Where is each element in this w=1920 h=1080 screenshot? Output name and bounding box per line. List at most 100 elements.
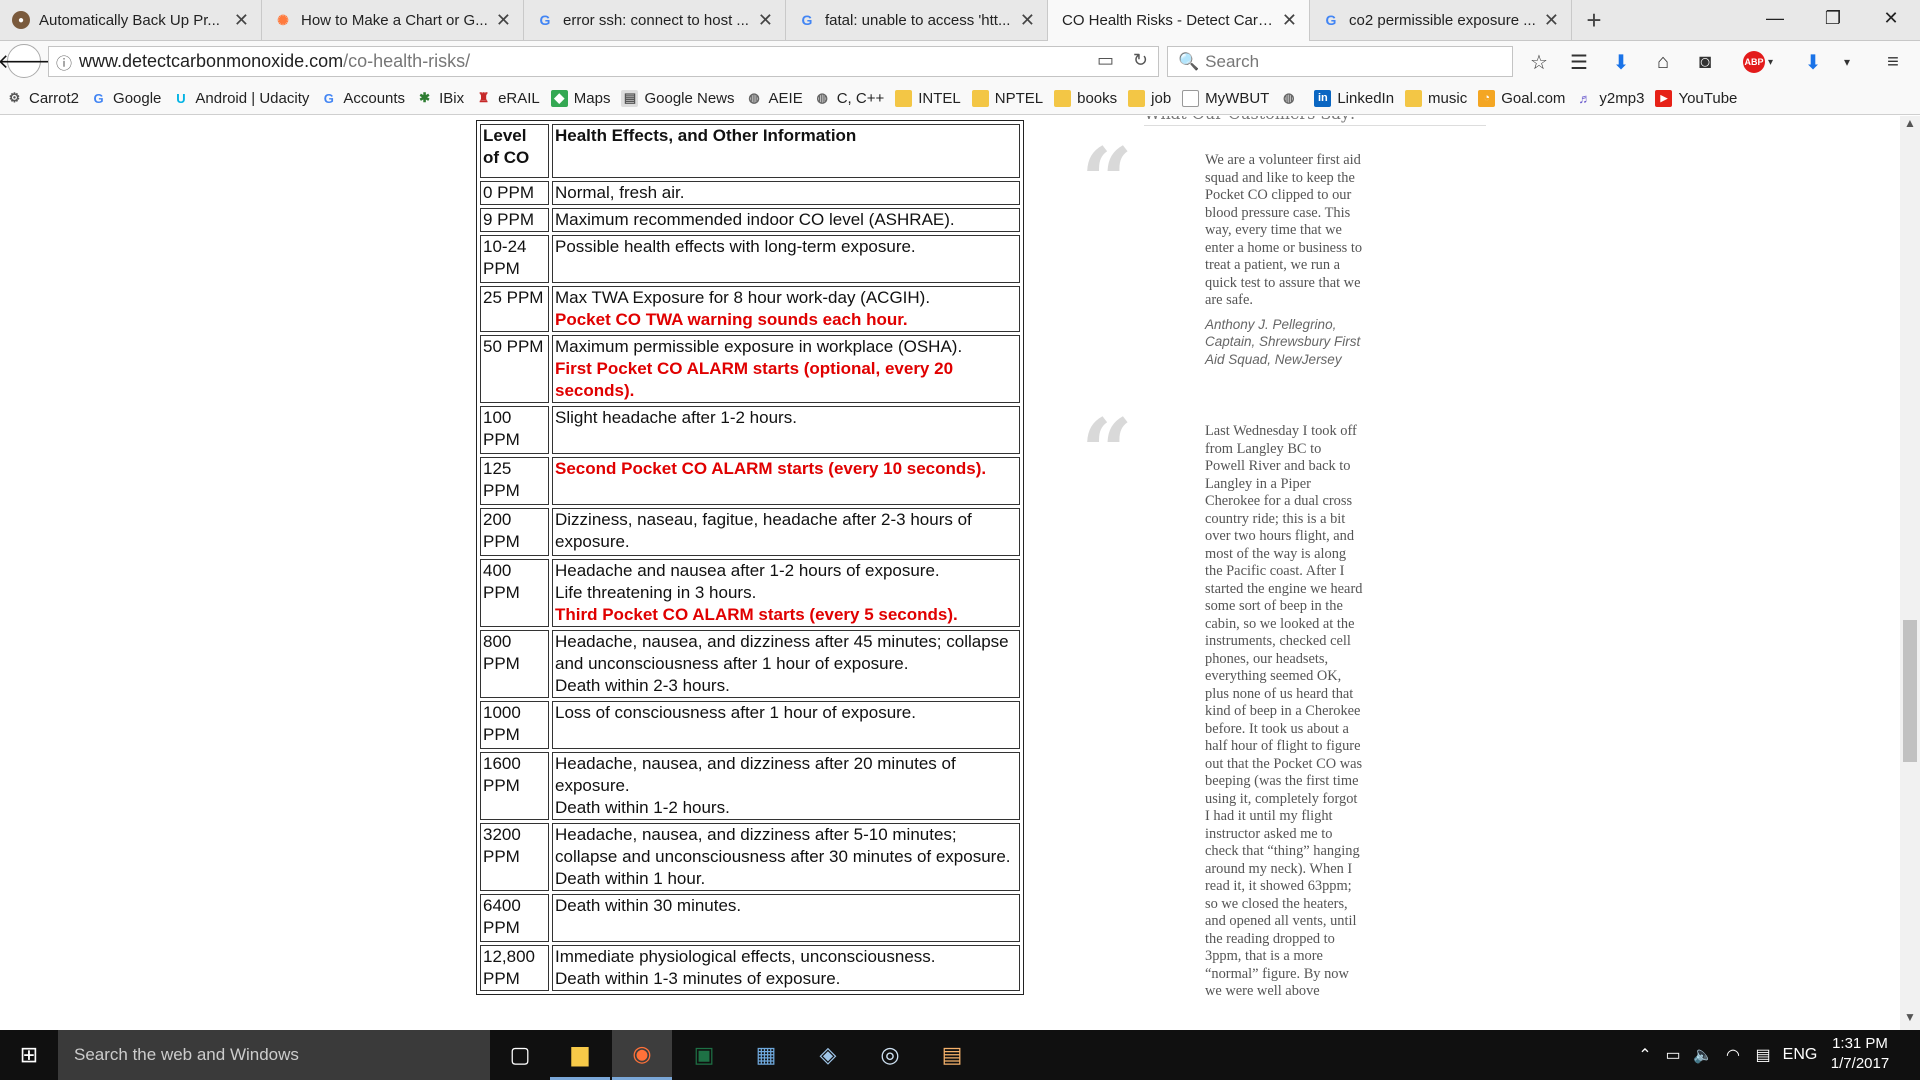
- testimonial: “ We are a volunteer first aid squad and…: [1081, 136, 1444, 368]
- action-center-icon[interactable]: ▤: [1750, 1030, 1776, 1080]
- co-level-cell: 6400 PPM: [480, 894, 549, 942]
- bookmark-item[interactable]: ♜ eRAIL: [475, 90, 540, 107]
- bookmark-label: music: [1428, 89, 1468, 107]
- url-bar[interactable]: ⓘ www.detectcarbonmonoxide.com/co-health…: [48, 46, 1159, 77]
- bookmark-label: NPTEL: [994, 89, 1044, 107]
- url-path: /co-health-risks/: [343, 51, 471, 71]
- wifi-icon[interactable]: ◠: [1720, 1030, 1746, 1080]
- bookmark-item[interactable]: G Accounts: [320, 90, 405, 107]
- start-button[interactable]: ⊞: [0, 1030, 58, 1080]
- browser-tab[interactable]: G error ssh: connect to host ... ✕: [524, 0, 786, 40]
- close-tab-icon[interactable]: ✕: [1282, 10, 1297, 31]
- dropdown-arrow-icon[interactable]: ▾: [1832, 47, 1862, 77]
- browser-tab[interactable]: ✺ How to Make a Chart or G... ✕: [262, 0, 524, 40]
- restore-icon[interactable]: ❐: [1804, 0, 1862, 36]
- close-tab-icon[interactable]: ✕: [234, 10, 249, 31]
- excel-icon[interactable]: ▣: [674, 1030, 734, 1080]
- task-view-icon[interactable]: ▢: [490, 1030, 550, 1080]
- page-scrollbar[interactable]: ▲ ▼: [1900, 116, 1920, 1030]
- train-icon: ♜: [477, 90, 490, 105]
- scroll-up-icon[interactable]: ▲: [1900, 116, 1920, 136]
- pocket-icon[interactable]: ◙: [1690, 47, 1720, 77]
- bookmark-item[interactable]: ✱ IBix: [416, 90, 464, 107]
- testimonial-author: Anthony J. Pellegrino, Captain, Shrewsbu…: [1205, 316, 1361, 367]
- co-level-cell: 9 PPM: [480, 208, 549, 232]
- info-icon[interactable]: ⓘ: [49, 50, 79, 74]
- language-indicator[interactable]: ENG: [1780, 1030, 1820, 1080]
- back-button[interactable]: 🡐: [0, 44, 51, 78]
- effect-line: Death within 30 minutes.: [555, 896, 742, 915]
- effect-line: Life threatening in 3 hours.: [555, 583, 757, 602]
- system-clock[interactable]: 1:31 PM 1/7/2017: [1822, 1034, 1898, 1074]
- wifi-app-icon[interactable]: ◎: [860, 1030, 920, 1080]
- bookmark-folder[interactable]: music: [1405, 89, 1468, 107]
- bookmark-label: Android | Udacity: [195, 89, 310, 107]
- bookmark-folder[interactable]: job: [1128, 89, 1171, 107]
- health-effects-cell: Maximum recommended indoor CO level (ASH…: [552, 208, 1020, 232]
- tray-expand-icon[interactable]: ⌃: [1634, 1030, 1656, 1080]
- minimize-icon[interactable]: —: [1746, 0, 1804, 36]
- bookmark-item[interactable]: U Android | Udacity: [172, 90, 309, 107]
- bookmark-label: Maps: [573, 89, 611, 107]
- scrollbar-thumb[interactable]: [1903, 620, 1917, 762]
- close-tab-icon[interactable]: ✕: [1020, 10, 1035, 31]
- bookmark-item[interactable]: MyWBUT: [1182, 89, 1270, 107]
- new-tab-button[interactable]: +: [1572, 0, 1616, 40]
- hamburger-menu-icon[interactable]: ≡: [1878, 47, 1908, 77]
- battery-icon[interactable]: ▭: [1660, 1030, 1686, 1080]
- bookmark-item[interactable]: ◆ Maps: [550, 89, 611, 107]
- effect-line: Immediate physiological effects, unconsc…: [555, 947, 936, 966]
- windows-taskbar: ⊞ Search the web and Windows ▢ ▆ ◉ ▣ ▦ ◈…: [0, 1030, 1920, 1080]
- scroll-down-icon[interactable]: ▼: [1900, 1010, 1920, 1030]
- bookmark-item[interactable]: ♬ y2mp3: [1576, 90, 1644, 107]
- effect-line: Headache, nausea, and dizziness after 20…: [555, 754, 956, 795]
- bookmark-item[interactable]: ◍ AEIE: [746, 90, 802, 107]
- gear-icon: ⚙: [8, 90, 21, 105]
- taskbar-search[interactable]: Search the web and Windows: [58, 1030, 490, 1080]
- remote-icon[interactable]: ▤: [922, 1030, 982, 1080]
- downloads-icon[interactable]: ⬇: [1606, 47, 1636, 77]
- co-level-cell: 50 PPM: [480, 335, 549, 403]
- adblock-plus-button[interactable]: ABP ▾: [1736, 47, 1780, 77]
- bookmark-item[interactable]: ⚙ Carrot2: [6, 90, 79, 107]
- tab-title: CO Health Risks - Detect Carb...: [1062, 12, 1275, 29]
- bookmark-folder[interactable]: NPTEL: [971, 89, 1044, 107]
- bookmark-item[interactable]: ◔ Goal.com: [1478, 89, 1565, 107]
- volume-icon[interactable]: 🔈: [1690, 1030, 1716, 1080]
- reading-list-icon[interactable]: ☰: [1564, 47, 1594, 77]
- bookmark-label: Carrot2: [29, 89, 80, 107]
- file-explorer-icon[interactable]: ▆: [550, 1030, 610, 1080]
- bookmark-item[interactable]: ◍ C, C++: [814, 90, 885, 107]
- reload-icon[interactable]: ↻: [1133, 50, 1148, 71]
- network-icon[interactable]: ▦: [736, 1030, 796, 1080]
- extension-icon[interactable]: ⬇: [1798, 47, 1828, 77]
- close-tab-icon[interactable]: ✕: [496, 10, 511, 31]
- bookmark-item[interactable]: ▶ YouTube: [1655, 89, 1737, 107]
- browser-tab[interactable]: ● Automatically Back Up Pr... ✕: [0, 0, 262, 40]
- browser-tab[interactable]: G co2 permissible exposure ... ✕: [1310, 0, 1572, 40]
- table-header-row: Level of CO Health Effects, and Other In…: [480, 124, 1020, 178]
- bookmark-label: MyWBUT: [1205, 89, 1270, 107]
- app-icon[interactable]: ◈: [798, 1030, 858, 1080]
- bookmark-item[interactable]: ▤ Google News: [621, 89, 735, 107]
- bookmark-folder[interactable]: INTEL: [895, 89, 961, 107]
- testimonial-text: We are a volunteer first aid squad and l…: [1205, 152, 1363, 308]
- search-input[interactable]: 🔍 Search: [1167, 46, 1513, 77]
- close-tab-icon[interactable]: ✕: [758, 10, 773, 31]
- close-window-icon[interactable]: ✕: [1862, 0, 1920, 36]
- bookmark-folder[interactable]: books: [1054, 89, 1117, 107]
- health-effects-cell: Death within 30 minutes.: [552, 894, 1020, 942]
- udacity-icon: U: [176, 90, 186, 106]
- bookmark-star-icon[interactable]: ☆: [1524, 47, 1554, 77]
- browser-tab[interactable]: G fatal: unable to access 'htt... ✕: [786, 0, 1048, 40]
- globe-icon: ◍: [816, 90, 828, 105]
- bookmark-item[interactable]: G Google: [90, 90, 161, 107]
- reader-view-icon[interactable]: ▭: [1097, 50, 1114, 71]
- home-icon[interactable]: ⌂: [1648, 47, 1678, 77]
- bookmark-item[interactable]: ◍: [1280, 90, 1303, 107]
- bookmark-item[interactable]: in LinkedIn: [1314, 89, 1394, 107]
- browser-tab-active[interactable]: CO Health Risks - Detect Carb... ✕: [1048, 0, 1310, 41]
- testimonial-text: Last Wednesday I took off from Langley B…: [1205, 423, 1363, 999]
- firefox-icon[interactable]: ◉: [612, 1030, 672, 1080]
- close-tab-icon[interactable]: ✕: [1544, 10, 1559, 31]
